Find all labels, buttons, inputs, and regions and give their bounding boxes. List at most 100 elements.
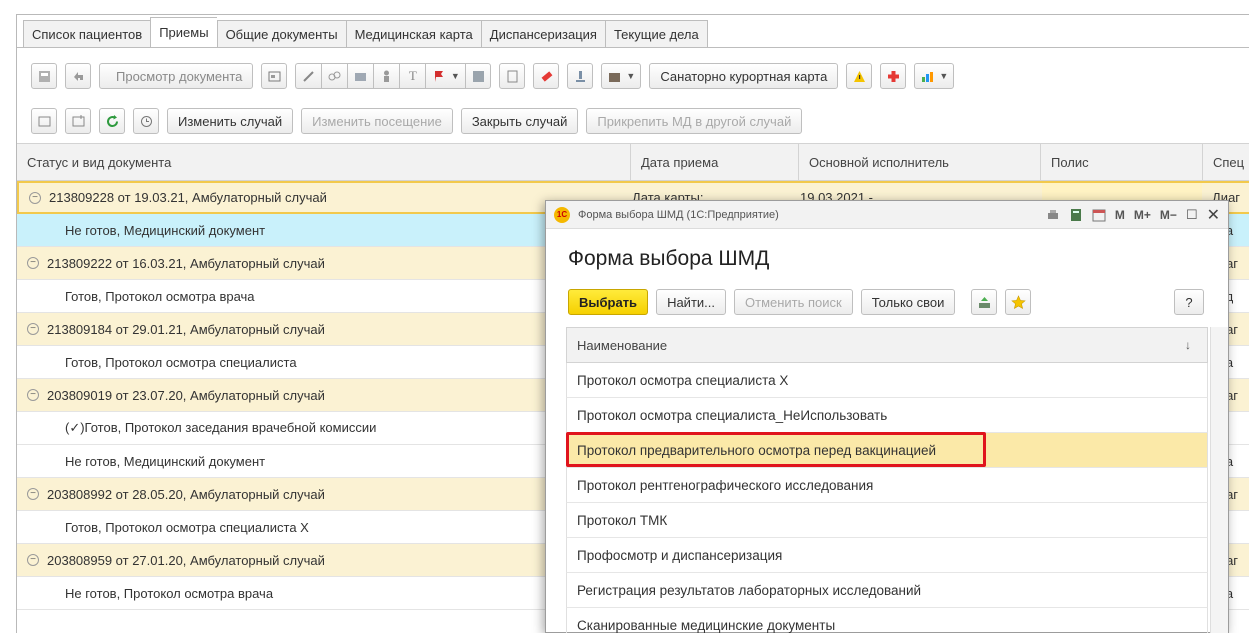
list-item[interactable]: Протокол ТМК (566, 503, 1208, 538)
tab-patients[interactable]: Список пациентов (23, 20, 151, 47)
sanatorium-card-button[interactable]: Санаторно курортная карта (649, 63, 839, 89)
eraser-button[interactable] (533, 63, 560, 89)
memory-add-button[interactable]: M+ (1134, 208, 1151, 222)
row-text: −203808992 от 28.05.20, Амбулаторный слу… (27, 478, 325, 510)
col-date[interactable]: Дата приема (630, 144, 798, 181)
collapse-icon[interactable]: − (27, 389, 39, 401)
mkb-button[interactable] (31, 108, 57, 134)
list-header[interactable]: Наименование ↓ (566, 327, 1208, 363)
user-button[interactable] (373, 63, 400, 89)
favorite-button[interactable] (1005, 289, 1032, 315)
attach-md-label: Прикрепить МД в другой случай (597, 113, 792, 129)
row-text: Готов, Протокол осмотра специалиста Х (65, 519, 309, 535)
disk-icon (472, 70, 484, 82)
close-case-button[interactable]: Закрыть случай (460, 108, 579, 134)
row-text: Не готов, Медицинский документ (65, 222, 266, 238)
list-item[interactable]: Протокол осмотра специалиста_НеИспользов… (566, 398, 1208, 433)
close-icon[interactable]: ✕ (1207, 205, 1220, 225)
find-label: Найти... (667, 294, 715, 310)
select-button[interactable]: Выбрать (568, 289, 649, 315)
bag-icon (609, 72, 621, 82)
only-mine-button[interactable]: Только свои (860, 289, 956, 315)
microscope-icon (575, 70, 585, 82)
folder-icon (355, 72, 367, 81)
save-button[interactable] (465, 63, 492, 89)
tab-medical-card[interactable]: Медицинская карта (345, 20, 481, 47)
eraser-icon (541, 70, 553, 82)
sort-arrow-icon: ↓ (1185, 338, 1191, 352)
list-item[interactable]: Сканированные медицинские документы (566, 608, 1208, 633)
row-text: (✓)Готов, Протокол заседания врачебной к… (65, 420, 377, 435)
attachments-button[interactable]: ▼ (601, 63, 642, 89)
pen-button[interactable] (295, 63, 322, 89)
col-spec[interactable]: Спец (1202, 144, 1249, 181)
cross-icon (887, 70, 899, 82)
find-button[interactable]: Найти... (656, 289, 726, 315)
collapse-icon[interactable]: − (29, 191, 41, 204)
refresh-doc-button[interactable] (65, 63, 91, 89)
clock-icon (140, 115, 152, 127)
tab-dispensary[interactable]: Диспансеризация (480, 20, 605, 47)
cancel-search-button[interactable]: Отменить поиск (734, 289, 853, 315)
memory-subtract-button[interactable]: M− (1160, 208, 1177, 222)
text-icon: T (408, 68, 417, 83)
export-button[interactable] (971, 289, 998, 315)
help-button[interactable]: ? (1174, 289, 1204, 315)
link-button[interactable] (321, 63, 348, 89)
row-text: Не готов, Протокол осмотра врача (65, 585, 274, 601)
col-policy[interactable]: Полис (1040, 144, 1202, 181)
code-icon (38, 116, 50, 126)
doc-button[interactable] (499, 63, 526, 89)
folder-button[interactable] (347, 63, 374, 89)
maximize-icon[interactable]: ☐ (1186, 207, 1198, 223)
collapse-icon[interactable]: − (27, 554, 39, 566)
list-scrollbar[interactable] (1210, 327, 1228, 633)
collapse-icon[interactable]: − (27, 323, 39, 335)
refresh-button[interactable] (99, 108, 125, 134)
change-case-button[interactable]: Изменить случай (167, 108, 294, 134)
toolbar-secondary: Изменить случай Изменить посещение Закры… (31, 108, 810, 134)
col-name: Наименование (577, 337, 668, 353)
list-item[interactable]: Профосмотр и диспансеризация (566, 538, 1208, 573)
document-icon (507, 70, 518, 82)
star-icon (1011, 294, 1026, 309)
tab-appointments[interactable]: Приемы (150, 17, 217, 47)
list-item-highlighted[interactable]: Протокол предварительного осмотра перед … (566, 432, 1208, 468)
list-item[interactable]: Регистрация результатов лабораторных исс… (566, 573, 1208, 608)
row-text: Готов, Протокол осмотра специалиста (65, 354, 297, 370)
tab-current-tasks[interactable]: Текущие дела (604, 20, 708, 47)
medical-cross-button[interactable] (880, 63, 907, 89)
report-button[interactable]: ▼ (914, 63, 955, 89)
tab-common-documents[interactable]: Общие документы (216, 20, 346, 47)
list-item[interactable]: Протокол осмотра специалиста Х (566, 363, 1208, 398)
warning-button[interactable] (846, 63, 873, 89)
attach-md-button[interactable]: Прикрепить МД в другой случай (586, 108, 803, 134)
cancel-search-label: Отменить поиск (745, 294, 842, 310)
col-status[interactable]: Статус и вид документа (17, 144, 630, 181)
tab-bar: Список пациентов Приемы Общие документы … (17, 15, 708, 47)
priority-button[interactable]: ▼ (425, 63, 466, 89)
calculator-icon[interactable] (1069, 208, 1083, 222)
collapse-icon[interactable]: − (27, 257, 39, 269)
card-button[interactable] (261, 63, 288, 89)
row-text: Готов, Протокол осмотра врача (65, 288, 255, 304)
view-document-label: Просмотр документа (116, 68, 243, 84)
history-button[interactable] (133, 108, 159, 134)
person-icon (384, 70, 390, 82)
memory-store-button[interactable]: M (1115, 208, 1125, 222)
print-icon[interactable] (1046, 208, 1060, 222)
text-button[interactable]: T (399, 63, 426, 89)
change-visit-label: Изменить посещение (312, 113, 442, 129)
print-button[interactable] (31, 63, 57, 89)
microscope-button[interactable] (567, 63, 594, 89)
view-document-button[interactable]: Просмотр документа (99, 63, 254, 89)
mkb-add-button[interactable] (65, 108, 91, 134)
calendar-icon[interactable] (1092, 208, 1106, 222)
tab-divider (17, 47, 1249, 48)
collapse-icon[interactable]: − (27, 488, 39, 500)
col-executor[interactable]: Основной исполнитель (798, 144, 1040, 181)
select-label: Выбрать (579, 294, 638, 310)
list-item[interactable]: Протокол рентгенографического исследован… (566, 468, 1208, 503)
1c-logo-icon: 1С (554, 206, 570, 223)
change-visit-button[interactable]: Изменить посещение (301, 108, 453, 134)
